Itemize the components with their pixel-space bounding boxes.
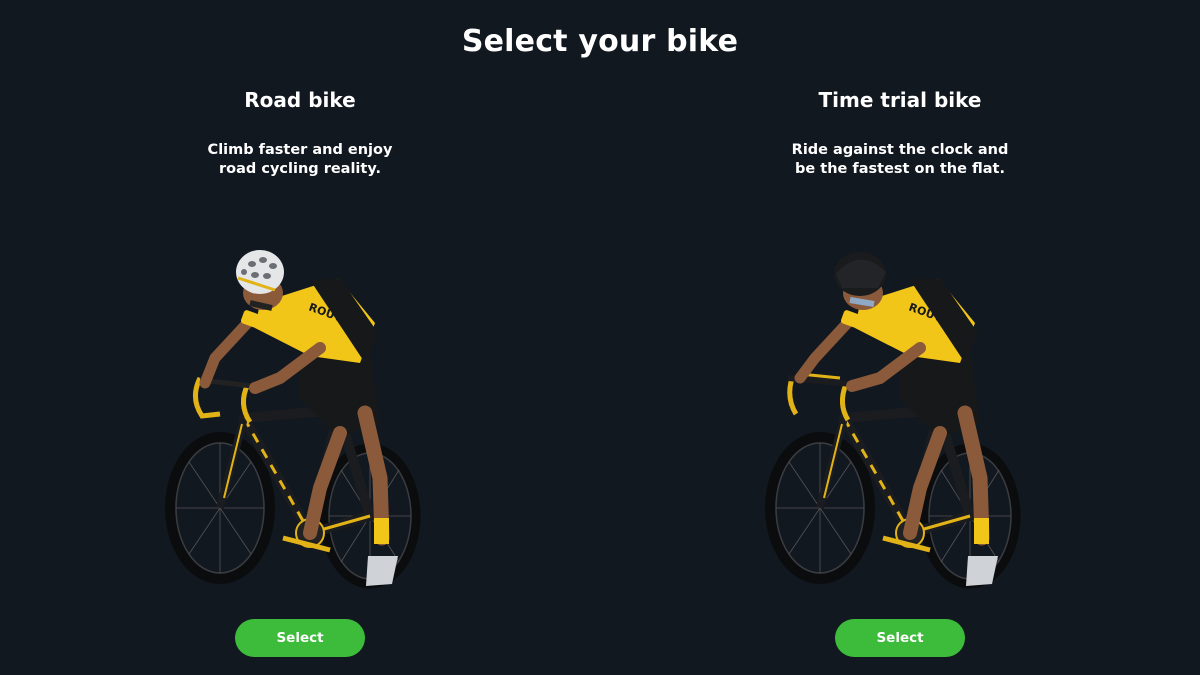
road-bike-description: Climb faster and enjoy road cycling real… bbox=[175, 141, 425, 179]
select-road-bike-button[interactable]: Select bbox=[235, 619, 365, 657]
road-bike-description-line-1: Climb faster and enjoy bbox=[207, 142, 393, 158]
time-trial-bike-cyclist-image[interactable]: ROUVY bbox=[760, 238, 1040, 598]
road-bike-cyclist-image[interactable]: ROUVY bbox=[160, 238, 440, 598]
road-bike-title: Road bike bbox=[244, 88, 356, 112]
road-bike-description-line-2: road cycling reality. bbox=[219, 161, 381, 177]
select-time-trial-bike-button[interactable]: Select bbox=[835, 619, 965, 657]
time-trial-bike-option: Time trial bike Ride against the clock a… bbox=[690, 0, 1110, 675]
time-trial-bike-description-line-2: be the fastest on the flat. bbox=[795, 161, 1005, 177]
aero-helmet-icon bbox=[834, 252, 886, 296]
helmet-icon bbox=[236, 250, 284, 294]
road-bike-option: Road bike Climb faster and enjoy road cy… bbox=[90, 0, 510, 675]
bike-selection-screen: Select your bike Road bike Climb faster … bbox=[0, 0, 1200, 675]
time-trial-bike-title: Time trial bike bbox=[818, 88, 982, 112]
time-trial-bike-description: Ride against the clock and be the fastes… bbox=[775, 141, 1025, 179]
time-trial-bike-description-line-1: Ride against the clock and bbox=[791, 142, 1009, 158]
